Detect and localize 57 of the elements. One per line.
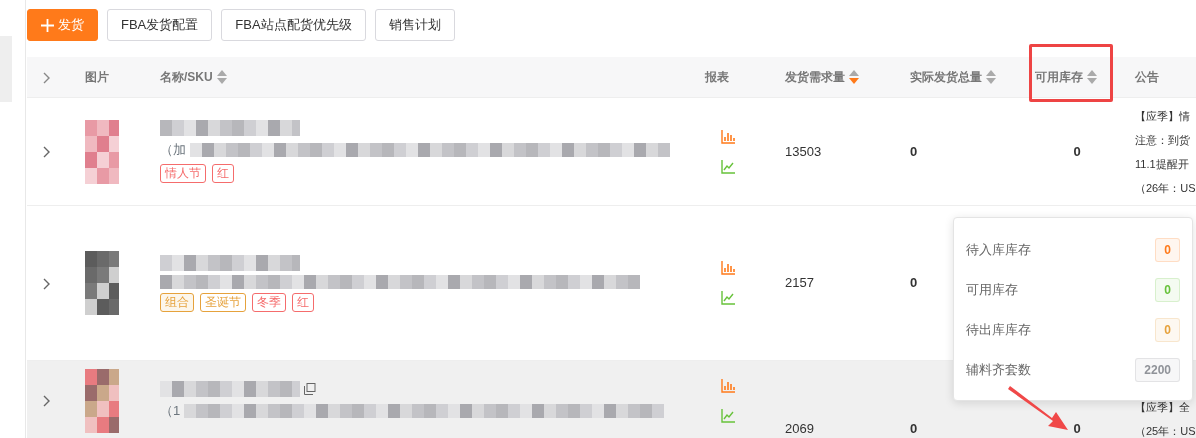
notice-text: 【应季】全 [1135,400,1191,415]
table-cell: 2069 [785,420,814,436]
notice-text: （25年：US [1135,424,1196,438]
sortable-column-header[interactable]: 发货需求量 [785,68,859,86]
table-cell: 0 [910,420,918,436]
sort-icon[interactable] [986,70,996,84]
bar-chart-icon[interactable] [721,261,735,275]
stock-value: 0 [1164,243,1171,257]
expand-all-icon[interactable] [43,71,51,84]
tag: 情人节 [160,163,206,183]
line-chart-icon[interactable] [721,291,735,305]
tag: 红 [212,163,234,183]
table-cell: 13503 [785,143,822,159]
ship-button[interactable]: 发货 [27,9,98,41]
sortable-column-header[interactable]: 名称/SKU [160,68,227,86]
line-chart-icon[interactable] [721,408,735,423]
stock-label: 辅料齐套数 [966,361,1031,380]
stock-label: 可用库存 [966,281,1018,300]
table-cell: 2157 [785,275,814,291]
sortable-column-header[interactable]: 实际发货总量 [910,68,996,86]
notice-text: 【应季】情 [1135,108,1191,124]
stock-value: 2200 [1144,363,1171,377]
tag: 圣诞节 [200,292,246,312]
expand-icon[interactable] [43,395,51,408]
plus-icon [41,18,54,32]
column-header: 图片 [85,69,109,86]
notice-text: （26年：US [1135,180,1196,196]
stock-label: 待入库库存 [966,241,1031,260]
stock-value: 0 [1164,323,1171,337]
notice-text: 11.1提醒开 [1135,156,1190,172]
product-subtitle: （加 [160,141,186,160]
sort-icon[interactable] [216,70,227,84]
table-cell: 0 [1073,143,1081,159]
tag: 冬季 [252,292,286,312]
expand-icon[interactable] [43,277,51,290]
product-subtitle: （1 [160,401,181,420]
tag: 组合 [160,292,194,312]
bar-chart-icon[interactable] [721,129,735,144]
stock-value: 0 [1164,283,1171,297]
sortable-column-header[interactable]: 可用库存 [1035,68,1097,86]
table-cell: 0 [910,275,918,291]
column-header: 报表 [705,69,729,86]
table-cell: 0 [1073,420,1081,436]
tag: 红 [292,292,314,312]
toolbar-button[interactable]: FBA站点配货优先级 [221,9,366,41]
sort-icon[interactable] [849,70,859,84]
line-chart-icon[interactable] [721,159,735,174]
notice-text: 注意：到货 [1135,132,1191,148]
bar-chart-icon[interactable] [721,378,735,393]
table-cell: 0 [910,143,918,159]
expand-icon[interactable] [43,146,51,159]
toolbar-button[interactable]: 销售计划 [374,9,455,41]
sort-icon[interactable] [1087,70,1097,84]
toolbar-button[interactable]: FBA发货配置 [107,9,213,41]
stock-label: 待出库库存 [966,321,1031,340]
column-header: 公告 [1135,69,1159,86]
copy-icon[interactable] [304,382,316,395]
